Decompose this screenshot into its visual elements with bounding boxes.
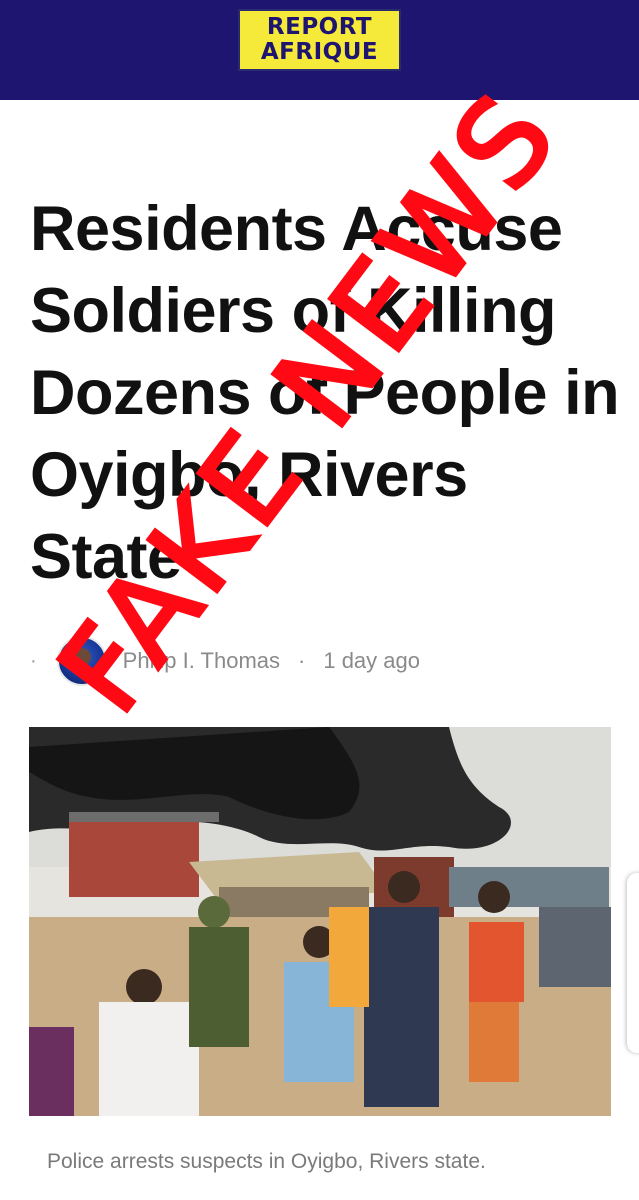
logo-line-1: REPORT <box>266 14 373 40</box>
publish-time: 1 day ago <box>323 648 420 673</box>
side-drawer-handle[interactable] <box>627 873 639 1053</box>
meta-dot: · <box>30 649 37 672</box>
article-meta: · Philip I. Thomas · 1 day ago <box>30 636 420 686</box>
site-logo[interactable]: REPORT AFRIQUE <box>238 9 401 71</box>
author-avatar[interactable] <box>56 636 107 686</box>
photo-illustration <box>29 727 611 1116</box>
logo-line-2: AFRIQUE <box>260 39 379 65</box>
author-name[interactable]: Philip I. Thomas <box>123 648 280 674</box>
meta-separator: · <box>298 648 306 673</box>
top-bar: REPORT AFRIQUE <box>0 0 639 100</box>
photo-caption: Police arrests suspects in Oyigbo, River… <box>47 1150 486 1173</box>
article-photo[interactable] <box>29 727 611 1116</box>
article-title: Residents Accuse Soldiers of Killing Doz… <box>30 194 620 592</box>
